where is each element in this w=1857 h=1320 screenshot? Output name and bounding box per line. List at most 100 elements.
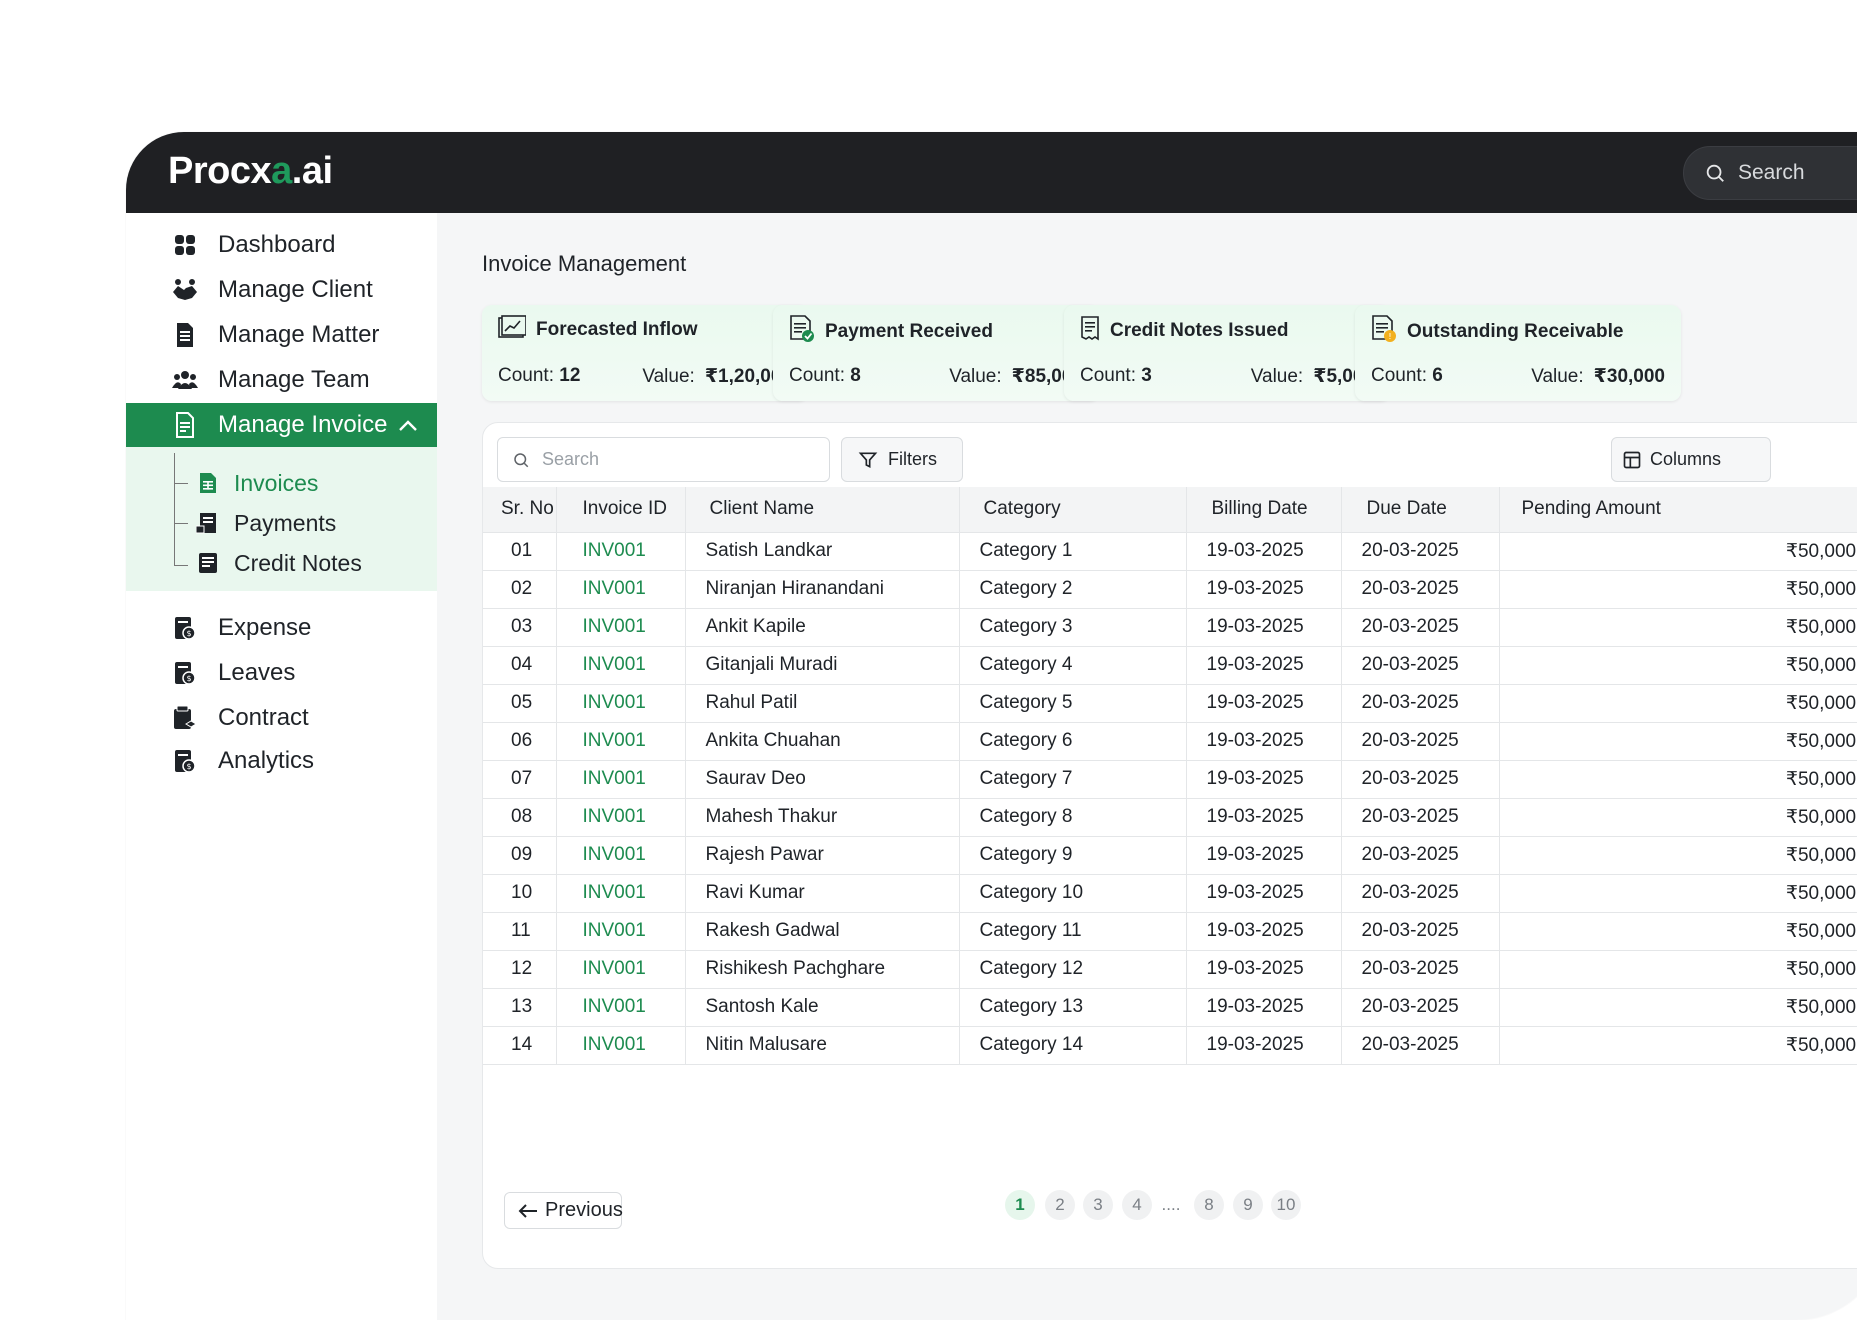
invoice-id-link[interactable]: INV001 — [556, 759, 686, 798]
client-name-cell: Mahesh Thakur — [685, 797, 960, 836]
expense-icon: $ — [172, 615, 198, 641]
column-header[interactable]: Sr. No — [483, 487, 557, 532]
summary-card-forecasted-inflow[interactable]: Forecasted Inflow Count: 12 Value: ₹1,20,… — [482, 305, 808, 401]
invoice-id-link[interactable]: INV001 — [556, 531, 686, 570]
global-search[interactable]: Search — [1683, 146, 1857, 200]
table-row[interactable]: 06 INV001 Ankita Chuahan Category 6 19-03-20… — [483, 721, 1857, 760]
summary-card-payment-received[interactable]: Payment Received Count: 8 Value: ₹85,000 — [773, 305, 1099, 401]
page-button[interactable]: 3 — [1083, 1190, 1113, 1220]
billing-date-cell: 19-03-2025 — [1186, 607, 1342, 646]
invoice-id-link[interactable]: INV001 — [556, 873, 686, 912]
filters-button[interactable]: Filters — [841, 437, 963, 482]
sr-no-cell: 02 — [483, 569, 557, 608]
billing-date-cell: 19-03-2025 — [1186, 759, 1342, 798]
sidebar-item-expense[interactable]: $ Expense — [126, 606, 437, 650]
sidebar-item-label: Dashboard — [218, 231, 336, 258]
chevron-up-icon[interactable] — [397, 415, 419, 443]
sr-no-cell: 13 — [483, 987, 557, 1026]
client-name-cell: Niranjan Hiranandani — [685, 569, 960, 608]
columns-button[interactable]: Columns — [1611, 437, 1771, 482]
billing-date-cell: 19-03-2025 — [1186, 949, 1342, 988]
due-date-cell: 20-03-2025 — [1341, 987, 1500, 1026]
sidebar-item-label: Manage Matter — [218, 321, 380, 348]
category-cell: Category 3 — [959, 607, 1187, 646]
column-header[interactable]: Category — [959, 487, 1187, 532]
sidebar-item-leaves[interactable]: $ Leaves — [126, 651, 437, 695]
table-row[interactable]: 08 INV001 Mahesh Thakur Category 8 19-03-202… — [483, 797, 1857, 836]
sidebar-item-dashboard[interactable]: Dashboard — [126, 223, 437, 267]
category-cell: Category 12 — [959, 949, 1187, 988]
sidebar-item-manage-team[interactable]: Manage Team — [126, 358, 437, 402]
invoice-id-link[interactable]: INV001 — [556, 835, 686, 874]
sidebar-subitem-credit-notes[interactable]: Credit Notes — [196, 543, 362, 583]
billing-date-cell: 19-03-2025 — [1186, 569, 1342, 608]
table-row[interactable]: 03 INV001 Ankit Kapile Category 3 19-03-2025… — [483, 607, 1857, 646]
svg-text:$: $ — [186, 762, 191, 771]
billing-date-cell: 19-03-2025 — [1186, 873, 1342, 912]
table-row[interactable]: 04 INV001 Gitanjali Muradi Category 4 19-03-… — [483, 645, 1857, 684]
table-row[interactable]: 10 INV001 Ravi Kumar Category 10 19-03-2025 2… — [483, 873, 1857, 912]
page-button[interactable]: 2 — [1045, 1190, 1075, 1220]
sidebar-subitem-payments[interactable]: Payments — [196, 503, 336, 543]
sidebar-item-manage-invoice[interactable]: Manage Invoice — [126, 403, 437, 447]
page-button[interactable]: 10 — [1271, 1190, 1301, 1220]
column-header[interactable]: Pending Amount — [1499, 487, 1857, 532]
pending-amount-cell: ₹50,000.00 — [1499, 645, 1857, 684]
page-button[interactable]: 9 — [1233, 1190, 1263, 1220]
due-date-cell: 20-03-2025 — [1341, 645, 1500, 684]
sidebar-item-manage-matter[interactable]: Manage Matter — [126, 313, 437, 357]
document-icon — [172, 322, 198, 348]
pending-amount-cell: ₹50,000.00 — [1499, 683, 1857, 722]
invoice-id-link[interactable]: INV001 — [556, 607, 686, 646]
client-name-cell: Ankit Kapile — [685, 607, 960, 646]
column-header[interactable]: Due Date — [1341, 487, 1500, 532]
billing-date-cell: 19-03-2025 — [1186, 1025, 1342, 1065]
sidebar-item-manage-client[interactable]: Manage Client — [126, 268, 437, 312]
sidebar-item-label: Expense — [218, 614, 312, 641]
summary-card-outstanding-receivable[interactable]: ! Outstanding Receivable Count: 6 Value:… — [1355, 305, 1681, 401]
billing-date-cell: 19-03-2025 — [1186, 531, 1342, 570]
table-search[interactable] — [497, 437, 830, 482]
table-row[interactable]: 05 INV001 Rahul Patil Category 5 19-03-2025 2… — [483, 683, 1857, 722]
sidebar-item-contract[interactable]: Contract — [126, 696, 437, 740]
invoice-id-link[interactable]: INV001 — [556, 797, 686, 836]
table-row[interactable]: 12 INV001 Rishikesh Pachghare Category 12 19… — [483, 949, 1857, 988]
previous-button[interactable]: Previous — [504, 1192, 623, 1229]
table-row[interactable]: 14 INV001 Nitin Malusare Category 14 19-03-2… — [483, 1025, 1857, 1065]
invoice-id-link[interactable]: INV001 — [556, 1025, 686, 1065]
table-row[interactable]: 07 INV001 Saurav Deo Category 7 19-03-2025 20… — [483, 759, 1857, 798]
due-date-cell: 20-03-2025 — [1341, 949, 1500, 988]
outstanding-icon: ! — [1371, 315, 1397, 348]
page-button[interactable]: 1 — [1005, 1190, 1035, 1220]
client-name-cell: Saurav Deo — [685, 759, 960, 798]
table-row[interactable]: 13 INV001 Santosh Kale Category 13 19-03-202… — [483, 987, 1857, 1026]
due-date-cell: 20-03-2025 — [1341, 531, 1500, 570]
sidebar-item-analytics[interactable]: $ Analytics — [126, 739, 437, 783]
column-header[interactable]: Billing Date — [1186, 487, 1342, 532]
summary-card-credit-notes-issued[interactable]: Credit Notes Issued Count: 3 Value: ₹5,00… — [1064, 305, 1390, 401]
sidebar-subitem-invoices[interactable]: Invoices — [196, 463, 318, 503]
column-header[interactable]: Invoice ID — [556, 487, 686, 532]
due-date-cell: 20-03-2025 — [1341, 569, 1500, 608]
invoice-id-link[interactable]: INV001 — [556, 683, 686, 722]
page-button[interactable]: 4 — [1122, 1190, 1152, 1220]
search-input[interactable] — [540, 448, 814, 471]
column-header[interactable]: Client Name — [685, 487, 960, 532]
table-row[interactable]: 09 INV001 Rajesh Pawar Category 9 19-03-2025… — [483, 835, 1857, 874]
invoice-id-link[interactable]: INV001 — [556, 987, 686, 1026]
invoice-id-link[interactable]: INV001 — [556, 569, 686, 608]
table-row[interactable]: 02 INV001 Niranjan Hiranandani Category 2 19… — [483, 569, 1857, 608]
logo[interactable]: Procxa.ai — [168, 150, 333, 193]
sr-no-cell: 06 — [483, 721, 557, 760]
category-cell: Category 14 — [959, 1025, 1187, 1065]
due-date-cell: 20-03-2025 — [1341, 607, 1500, 646]
table-row[interactable]: 11 INV001 Rakesh Gadwal Category 11 19-03-20… — [483, 911, 1857, 950]
table-row[interactable]: 01 INV001 Satish Landkar Category 1 19-03-20… — [483, 531, 1857, 570]
invoice-table-panel: Filters Columns Sr. No Invoice ID Client… — [482, 422, 1857, 1269]
filters-label: Filters — [888, 449, 937, 469]
page-button[interactable]: 8 — [1194, 1190, 1224, 1220]
invoice-id-link[interactable]: INV001 — [556, 645, 686, 684]
invoice-id-link[interactable]: INV001 — [556, 911, 686, 950]
invoice-id-link[interactable]: INV001 — [556, 721, 686, 760]
invoice-id-link[interactable]: INV001 — [556, 949, 686, 988]
